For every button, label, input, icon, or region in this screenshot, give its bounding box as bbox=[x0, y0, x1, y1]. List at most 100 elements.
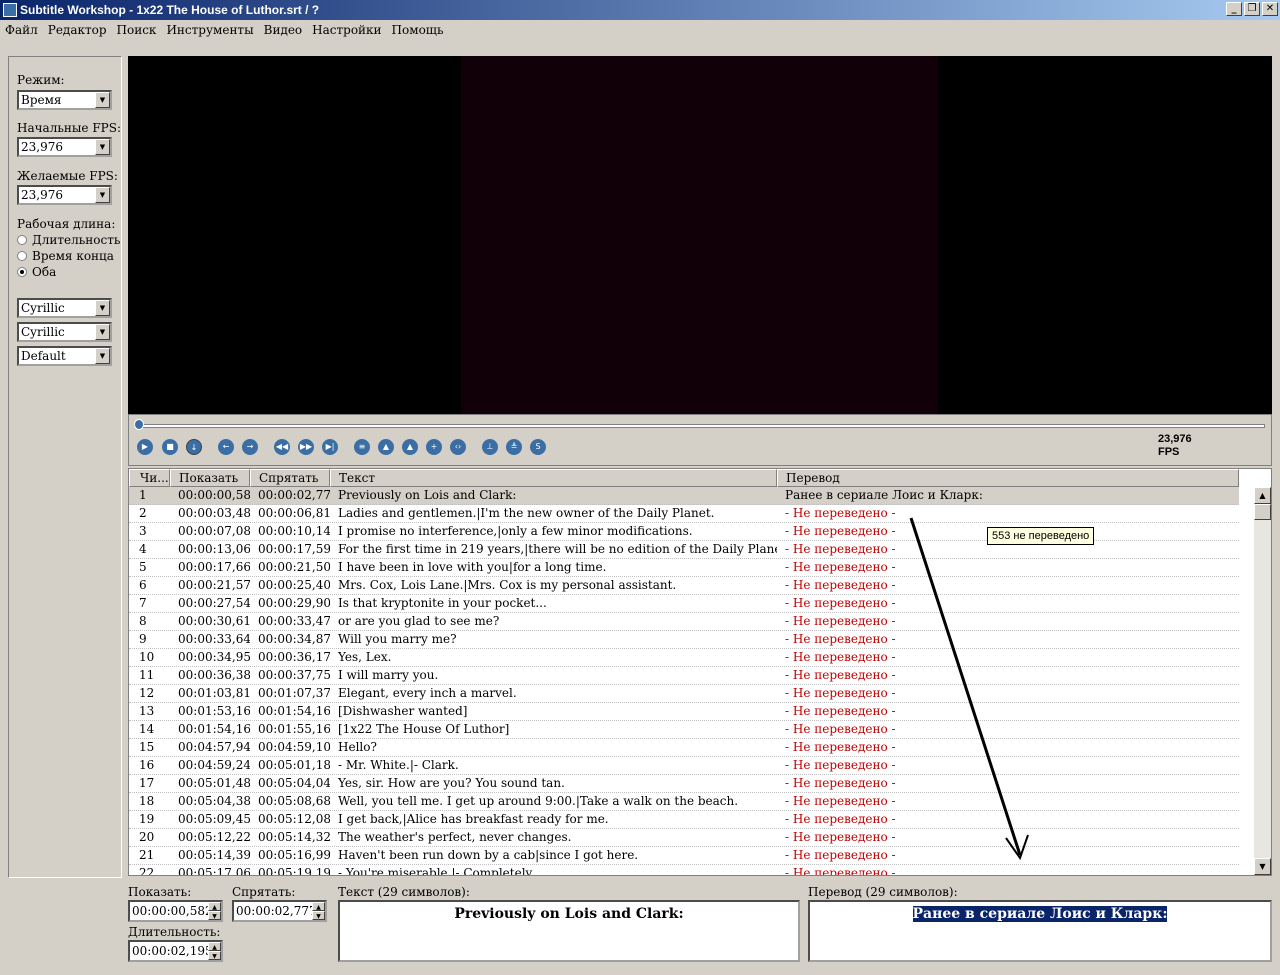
close-button[interactable]: ✕ bbox=[1262, 2, 1278, 16]
radio-dot-selected[interactable] bbox=[17, 267, 27, 277]
chevron-down-icon[interactable]: ▼ bbox=[95, 187, 110, 203]
header-translation[interactable]: Перевод bbox=[777, 469, 1239, 487]
table-row[interactable]: 5 00:00:17,666 00:00:21,500 I have been in … bbox=[129, 559, 1239, 577]
spin-down-icon[interactable]: ▼ bbox=[208, 951, 221, 960]
duration-spinner[interactable]: ▲ ▼ bbox=[208, 942, 221, 960]
chevron-down-icon[interactable]: ▼ bbox=[95, 324, 110, 340]
menu-search[interactable]: Поиск bbox=[112, 20, 162, 40]
chevron-down-icon[interactable]: ▼ bbox=[95, 92, 110, 108]
table-row[interactable]: 1000:00:34,95000:00:36,178Yes, Lex.- Не … bbox=[129, 649, 1239, 667]
seek-bar[interactable] bbox=[137, 424, 1265, 428]
maximize-button[interactable]: ❐ bbox=[1244, 2, 1260, 16]
table-row[interactable]: 6 00:00:21,570 00:00:25,404 Mrs. Cox, Lois … bbox=[129, 577, 1239, 595]
minimize-button[interactable]: _ bbox=[1226, 2, 1242, 16]
target-fps-value: 23,976 bbox=[21, 188, 63, 202]
hide-spinner[interactable]: ▲ ▼ bbox=[312, 902, 325, 920]
chevron-down-icon[interactable]: ▼ bbox=[95, 300, 110, 316]
forward-icon[interactable]: → bbox=[242, 439, 258, 455]
set-hide-icon[interactable]: ▲ bbox=[402, 439, 418, 455]
cell-number: 22 bbox=[139, 866, 155, 876]
chevron-down-icon[interactable]: ▼ bbox=[95, 348, 110, 364]
table-row[interactable]: 1500:04:57,94700:04:59,107Hello?- Не пер… bbox=[129, 739, 1239, 757]
add-subtitle-icon[interactable]: + bbox=[426, 439, 442, 455]
spin-up-icon[interactable]: ▲ bbox=[312, 902, 325, 911]
table-row[interactable]: 8 00:00:30,612 00:00:33,479 or are you glad… bbox=[129, 613, 1239, 631]
rewind-icon[interactable]: ← bbox=[218, 439, 234, 455]
video-display[interactable] bbox=[128, 56, 1272, 414]
menu-editor[interactable]: Редактор bbox=[43, 20, 112, 40]
radio-dot[interactable] bbox=[17, 251, 27, 261]
table-row[interactable]: 17 00:05:01,484 00:05:04,044 Yes, sir. How … bbox=[129, 775, 1239, 793]
cell-hide: 00:01:55,169 bbox=[258, 722, 330, 736]
mode-select[interactable]: Время ▼ bbox=[17, 90, 112, 110]
cell-number: 9 bbox=[139, 632, 147, 646]
chevron-down-icon[interactable]: ▼ bbox=[95, 139, 110, 155]
spin-down-icon[interactable]: ▼ bbox=[312, 911, 325, 920]
table-row[interactable]: 9 00:00:33,649 00:00:34,877 Will you marry … bbox=[129, 631, 1239, 649]
table-row[interactable]: 20 00:05:12,228 00:05:14,321 The weather's … bbox=[129, 829, 1239, 847]
table-row[interactable]: 11 00:00:36,385 00:00:37,750 I will marry y… bbox=[129, 667, 1239, 685]
translation-editor[interactable]: Ранее в сериале Лоис и Кларк: bbox=[808, 900, 1272, 962]
scroll-down-icon[interactable]: ▼ bbox=[1254, 858, 1271, 875]
cell-hide: 00:04:59,107 bbox=[258, 740, 330, 754]
table-row[interactable]: 21 00:05:14,397 00:05:16,991 Haven't been r… bbox=[129, 847, 1239, 865]
menu-file[interactable]: Файл bbox=[0, 20, 43, 40]
list-icon[interactable]: ≡ bbox=[354, 439, 370, 455]
vertical-scrollbar[interactable]: ▲ ▼ bbox=[1254, 487, 1271, 875]
show-time-input[interactable]: 00:00:00,582 ▲ ▼ bbox=[128, 900, 223, 922]
charset-select-2[interactable]: Cyrillic ▼ bbox=[17, 322, 112, 342]
table-row[interactable]: 1 00:00:00,582 00:00:02,777 Previously on L… bbox=[129, 487, 1239, 505]
prev-subtitle-icon[interactable]: ◀◀ bbox=[274, 439, 290, 455]
table-row[interactable]: 19 00:05:09,459 00:05:12,087 I get back,|Al… bbox=[129, 811, 1239, 829]
radio-duration[interactable]: Длительность bbox=[17, 233, 120, 247]
spin-up-icon[interactable]: ▲ bbox=[208, 902, 221, 911]
style-select[interactable]: Default ▼ bbox=[17, 346, 112, 366]
scroll-up-icon[interactable]: ▲ bbox=[1254, 487, 1271, 504]
mark-icon[interactable]: ⊥ bbox=[482, 439, 498, 455]
table-row[interactable]: 22 00:05:17,066 00:05:19,193 - You're miser… bbox=[129, 865, 1239, 876]
mark-end-icon[interactable]: ≜ bbox=[506, 439, 522, 455]
table-row[interactable]: 14 00:01:54,169 00:01:55,169 [1x22 The Hous… bbox=[129, 721, 1239, 739]
code-icon[interactable]: ‹› bbox=[450, 439, 466, 455]
hide-time-input[interactable]: 00:00:02,777 ▲ ▼ bbox=[232, 900, 327, 922]
table-row[interactable]: 12 00:01:03,812 00:01:07,373 Elegant, every… bbox=[129, 685, 1239, 703]
table-row[interactable]: 13 00:01:53,168 00:01:54,168 [Dishwasher wa… bbox=[129, 703, 1239, 721]
start-fps-select[interactable]: 23,976 ▼ bbox=[17, 137, 112, 157]
text-editor[interactable]: Previously on Lois and Clark: bbox=[338, 900, 800, 962]
cell-hide: 00:00:37,750 bbox=[258, 668, 330, 682]
radio-dot[interactable] bbox=[17, 235, 27, 245]
stop-icon[interactable]: ■ bbox=[162, 439, 178, 455]
subtitle-icon[interactable]: S bbox=[530, 439, 546, 455]
table-row[interactable]: 18 00:05:04,387 00:05:08,687 Well, you tell… bbox=[129, 793, 1239, 811]
table-row[interactable]: 16 00:04:59,248 00:05:01,182 - Mr. White.|-… bbox=[129, 757, 1239, 775]
cell-show: 00:05:04,387 bbox=[178, 794, 250, 808]
header-number[interactable]: Чи... bbox=[129, 469, 170, 487]
show-spinner[interactable]: ▲ ▼ bbox=[208, 902, 221, 920]
scroll-follow-icon[interactable]: ↓ bbox=[186, 439, 202, 455]
play-icon[interactable]: ▶ bbox=[137, 439, 153, 455]
menu-tools[interactable]: Инструменты bbox=[161, 20, 258, 40]
spin-down-icon[interactable]: ▼ bbox=[208, 911, 221, 920]
cell-number: 19 bbox=[139, 812, 155, 826]
menu-settings[interactable]: Настройки bbox=[307, 20, 386, 40]
table-row[interactable]: 2 00:00:03,485 00:00:06,818 Ladies and gent… bbox=[129, 505, 1239, 523]
duration-input[interactable]: 00:00:02,195 ▲ ▼ bbox=[128, 940, 223, 962]
scroll-thumb[interactable] bbox=[1254, 504, 1271, 520]
target-fps-select[interactable]: 23,976 ▼ bbox=[17, 185, 112, 205]
set-show-icon[interactable]: ▲ bbox=[378, 439, 394, 455]
menu-help[interactable]: Помощь bbox=[387, 20, 449, 40]
header-text[interactable]: Текст bbox=[330, 469, 777, 487]
charset-select-1[interactable]: Cyrillic ▼ bbox=[17, 298, 112, 318]
radio-end-time[interactable]: Время конца bbox=[17, 249, 114, 263]
cell-hide: 00:00:10,149 bbox=[258, 524, 330, 538]
end-icon[interactable]: ▶| bbox=[322, 439, 338, 455]
radio-both[interactable]: Оба bbox=[17, 265, 56, 279]
header-hide[interactable]: Спрятать bbox=[250, 469, 330, 487]
cell-text: I will marry you. bbox=[338, 668, 439, 682]
next-subtitle-icon[interactable]: ▶▶ bbox=[298, 439, 314, 455]
header-show[interactable]: Показать bbox=[170, 469, 250, 487]
table-row[interactable]: 7 00:00:27,543 00:00:29,909 Is that krypton… bbox=[129, 595, 1239, 613]
seek-handle[interactable] bbox=[134, 419, 144, 430]
menu-video[interactable]: Видео bbox=[259, 20, 308, 40]
spin-up-icon[interactable]: ▲ bbox=[208, 942, 221, 951]
